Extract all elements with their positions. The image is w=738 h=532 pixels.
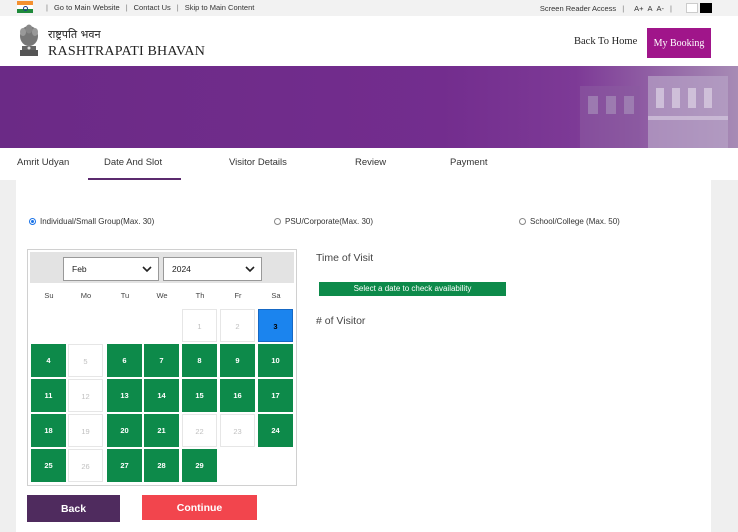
weekday-header: We	[156, 291, 168, 300]
go-to-main-website-link[interactable]: Go to Main Website	[54, 3, 120, 12]
dark-theme-button[interactable]	[700, 3, 712, 13]
font-increase-button[interactable]: A+	[634, 4, 643, 13]
calendar-day-available[interactable]: 16	[220, 379, 255, 412]
chevron-down-icon	[142, 266, 152, 273]
weekday-header: Fr	[234, 291, 242, 300]
weekday-header: Tu	[120, 291, 130, 300]
number-of-visitor-label: # of Visitor	[316, 315, 366, 327]
accessibility-tools: Screen Reader Access | A+ A A- |	[540, 3, 712, 13]
calendar-day-available[interactable]: 25	[31, 449, 66, 482]
calendar-day-available[interactable]: 21	[144, 414, 179, 447]
calendar-day-available[interactable]: 6	[107, 344, 142, 377]
calendar-day-off: 5	[68, 344, 103, 377]
calendar-day-available[interactable]: 27	[107, 449, 142, 482]
calendar-day-available[interactable]: 10	[258, 344, 293, 377]
radio-unchecked-icon[interactable]	[274, 218, 281, 225]
calendar-day-off: 1	[182, 309, 217, 342]
calendar-day-available[interactable]: 7	[144, 344, 179, 377]
weekday-header: Sa	[271, 291, 281, 300]
brand-title[interactable]: RASHTRAPATI BHAVAN	[48, 44, 205, 60]
radio-individual-small-group[interactable]: Individual/Small Group(Max. 30)	[29, 217, 154, 226]
screen-reader-access-link[interactable]: Screen Reader Access	[540, 4, 616, 13]
tab-date-and-slot[interactable]: Date And Slot	[88, 148, 181, 180]
continue-button[interactable]: Continue	[142, 495, 257, 520]
calendar-day-available[interactable]: 29	[182, 449, 217, 482]
radio-label: School/College (Max. 50)	[530, 217, 620, 226]
calendar-day-off: 26	[68, 449, 103, 482]
skip-to-main-content-link[interactable]: Skip to Main Content	[185, 3, 255, 12]
calendar-day-available[interactable]: 17	[258, 379, 293, 412]
tab-payment[interactable]: Payment	[450, 148, 488, 180]
site-header: राष्ट्रपति भवन RASHTRAPATI BHAVAN Back T…	[0, 16, 738, 66]
calendar-day-selected[interactable]: 3	[258, 309, 293, 342]
calendar-header: Feb 2024	[30, 252, 294, 283]
calendar-day-off: 23	[220, 414, 255, 447]
india-flag-icon	[17, 1, 33, 13]
radio-label: Individual/Small Group(Max. 30)	[40, 217, 155, 226]
back-to-home-link[interactable]: Back To Home	[574, 36, 637, 47]
calendar-day-available[interactable]: 20	[107, 414, 142, 447]
calendar-day-off: 19	[68, 414, 103, 447]
chevron-down-icon	[245, 266, 255, 273]
weekday-header: Su	[44, 291, 54, 300]
light-theme-button[interactable]	[686, 3, 698, 13]
radio-label: PSU/Corporate(Max. 30)	[285, 217, 374, 226]
contact-us-link[interactable]: Contact Us	[134, 3, 171, 12]
top-utility-bar: | Go to Main Website | Contact Us | Skip…	[0, 0, 738, 16]
calendar-day-available[interactable]: 24	[258, 414, 293, 447]
calendar-day-available[interactable]: 13	[107, 379, 142, 412]
tab-amrit-udyan[interactable]: Amrit Udyan	[17, 148, 69, 180]
font-normal-button[interactable]: A	[648, 4, 653, 13]
radio-school-college[interactable]: School/College (Max. 50)	[519, 217, 620, 226]
calendar-day-available[interactable]: 9	[220, 344, 255, 377]
weekday-header: Mo	[80, 291, 92, 300]
calendar-day-available[interactable]: 28	[144, 449, 179, 482]
brand-hindi: राष्ट्रपति भवन	[48, 28, 101, 41]
calendar-day-available[interactable]: 14	[144, 379, 179, 412]
national-emblem-icon	[20, 24, 38, 56]
calendar-day-available[interactable]: 11	[31, 379, 66, 412]
radio-unchecked-icon[interactable]	[519, 218, 526, 225]
font-decrease-button[interactable]: A-	[657, 4, 665, 13]
calendar-day-available[interactable]: 4	[31, 344, 66, 377]
radio-checked-icon[interactable]	[29, 218, 36, 225]
building-illustration	[580, 76, 728, 148]
calendar-day-available[interactable]: 8	[182, 344, 217, 377]
availability-hint-bar: Select a date to check availability	[319, 282, 506, 296]
back-button[interactable]: Back	[27, 495, 120, 522]
calendar-day-off: 2	[220, 309, 255, 342]
my-booking-button[interactable]: My Booking	[647, 28, 711, 58]
tab-review[interactable]: Review	[355, 148, 386, 180]
hero-banner	[0, 66, 738, 148]
calendar-day-off: 22	[182, 414, 217, 447]
calendar-day-off: 12	[68, 379, 103, 412]
weekday-header: Th	[195, 291, 205, 300]
radio-psu-corporate[interactable]: PSU/Corporate(Max. 30)	[274, 217, 373, 226]
year-select[interactable]: 2024	[163, 257, 262, 281]
month-select[interactable]: Feb	[63, 257, 159, 281]
calendar-day-available[interactable]: 18	[31, 414, 66, 447]
calendar-day-available[interactable]: 15	[182, 379, 217, 412]
month-value: Feb	[72, 264, 87, 274]
booking-steps-tabs: Amrit Udyan Date And Slot Visitor Detail…	[0, 148, 738, 180]
year-value: 2024	[172, 264, 191, 274]
tab-visitor-details[interactable]: Visitor Details	[229, 148, 287, 180]
time-of-visit-label: Time of Visit	[316, 252, 374, 264]
top-links: | Go to Main Website | Contact Us | Skip…	[46, 3, 255, 12]
